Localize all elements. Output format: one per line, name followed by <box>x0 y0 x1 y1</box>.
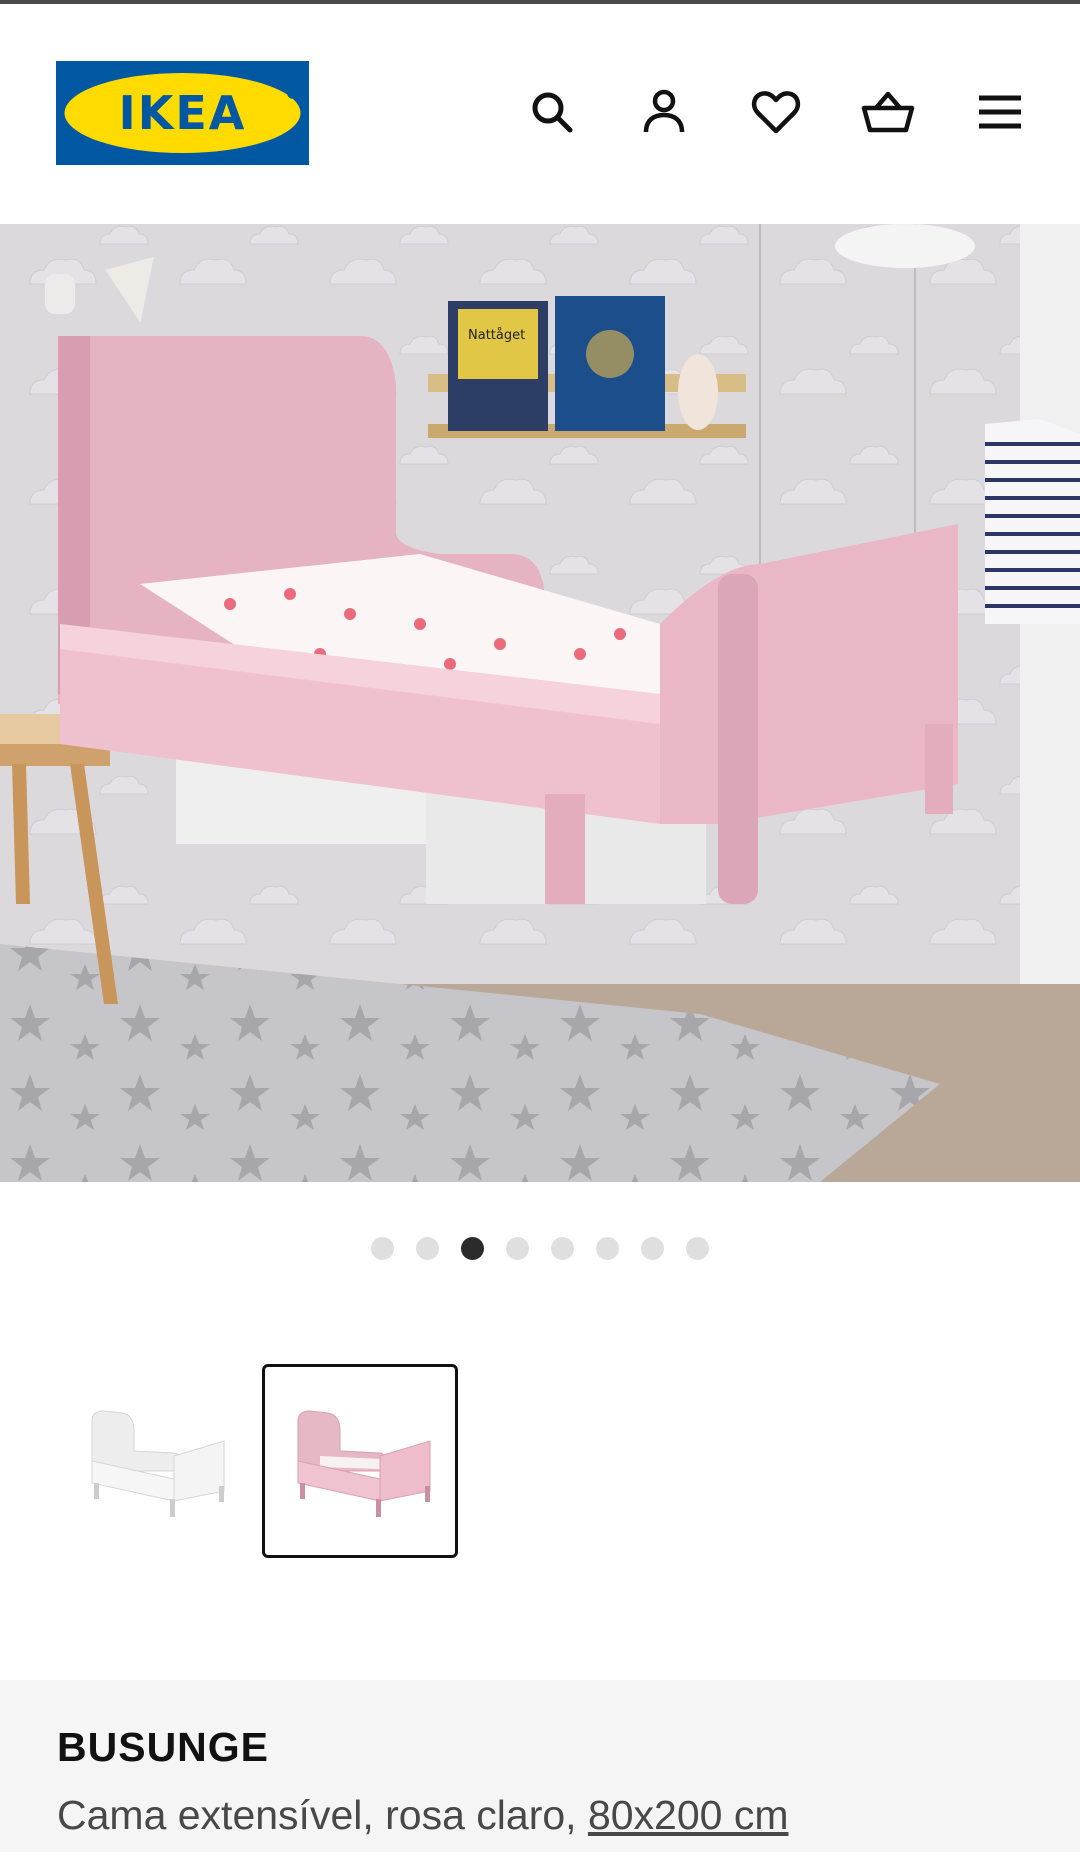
product-hero-image[interactable]: Nattåget <box>0 224 1080 1182</box>
search-icon[interactable] <box>524 84 580 140</box>
favourites-icon[interactable] <box>748 84 804 140</box>
variant-thumbnail-white[interactable] <box>56 1364 252 1558</box>
logo-text: IKEA <box>119 86 247 140</box>
carousel-dot-7[interactable] <box>641 1237 664 1260</box>
product-name: BUSUNGE <box>57 1724 270 1770</box>
basket-icon[interactable] <box>860 84 916 140</box>
account-icon[interactable] <box>636 84 692 140</box>
carousel-pagination <box>0 1237 1080 1260</box>
carousel-dot-4[interactable] <box>506 1237 529 1260</box>
product-description: Cama extensível, rosa claro, 80x200 cm <box>57 1792 789 1839</box>
carousel-dot-5[interactable] <box>551 1237 574 1260</box>
product-size-link[interactable]: 80x200 cm <box>588 1792 789 1838</box>
header-actions <box>524 84 1028 140</box>
ikea-logo[interactable]: IKEA <box>56 61 309 165</box>
product-summary: BUSUNGE Cama extensível, rosa claro, 80x… <box>0 1680 1080 1852</box>
site-header: IKEA <box>0 4 1080 224</box>
carousel-dot-2[interactable] <box>416 1237 439 1260</box>
carousel-dot-8[interactable] <box>686 1237 709 1260</box>
color-variant-thumbnails <box>56 1364 458 1558</box>
hero-book-title: Nattåget <box>468 328 525 343</box>
product-description-text: Cama extensível, rosa claro, <box>57 1792 588 1838</box>
carousel-dot-1[interactable] <box>371 1237 394 1260</box>
variant-thumbnail-light-pink[interactable] <box>262 1364 458 1558</box>
menu-icon[interactable] <box>972 84 1028 140</box>
carousel-dot-6[interactable] <box>596 1237 619 1260</box>
carousel-dot-3[interactable] <box>461 1237 484 1260</box>
